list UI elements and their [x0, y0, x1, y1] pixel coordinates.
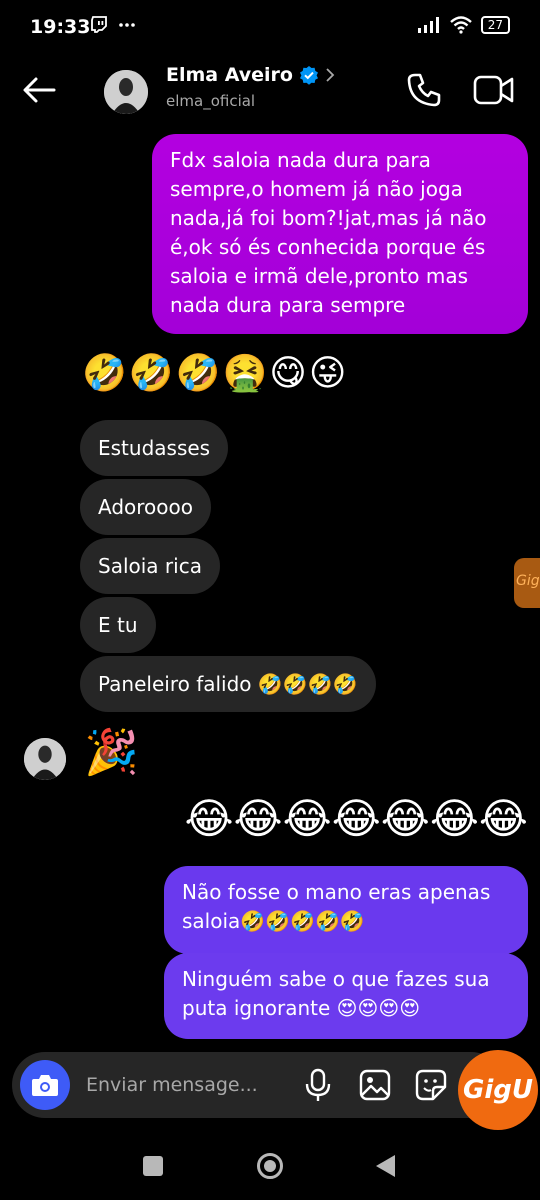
chat-header: Elma Aveiro elma_oficial: [0, 56, 540, 126]
video-camera-icon: [473, 75, 514, 105]
outgoing-message[interactable]: Não fosse o mano eras apenas saloia🤣🤣🤣🤣🤣: [164, 866, 528, 954]
contact-avatar[interactable]: [104, 70, 148, 114]
incoming-emoji-message[interactable]: 🤣🤣🤣🤮😋😜: [82, 352, 348, 394]
verified-badge-icon: [299, 66, 318, 85]
incoming-message[interactable]: Estudasses: [80, 420, 229, 476]
incoming-emoji-message[interactable]: 🎉: [84, 726, 139, 778]
avatar-image: [104, 70, 148, 114]
contact-name-row[interactable]: Elma Aveiro: [166, 64, 335, 86]
back-arrow-icon: [23, 77, 56, 103]
microphone-icon: [305, 1068, 331, 1101]
system-nav-bar: [0, 1136, 540, 1200]
twitch-icon: [91, 16, 107, 33]
gallery-icon: [359, 1069, 391, 1101]
home-button[interactable]: [257, 1153, 283, 1179]
gigu-floating-button[interactable]: GigU: [458, 1050, 538, 1130]
camera-icon: [32, 1075, 58, 1096]
outgoing-emoji-message[interactable]: 😂😂😂😂😂😂😂: [184, 794, 528, 843]
phone-icon: [407, 73, 441, 107]
message-composer: [12, 1052, 504, 1118]
gallery-button[interactable]: [358, 1068, 392, 1102]
recents-button[interactable]: [143, 1156, 163, 1176]
incoming-message[interactable]: E tu: [80, 597, 156, 653]
outgoing-message[interactable]: Ninguém sabe o que fazes sua puta ignora…: [164, 953, 528, 1039]
sender-avatar[interactable]: [24, 738, 66, 780]
voice-message-button[interactable]: [302, 1068, 334, 1102]
video-call-button[interactable]: [472, 70, 516, 110]
status-time: 19:33: [30, 16, 91, 38]
status-bar: 19:33 27: [0, 0, 540, 56]
camera-button[interactable]: [20, 1060, 70, 1110]
wifi-icon: [449, 16, 472, 34]
battery-indicator: 27: [480, 16, 510, 34]
status-left-icons: [90, 16, 136, 34]
avatar-image: [24, 738, 66, 780]
outgoing-message[interactable]: Fdx saloia nada dura para sempre,o homem…: [152, 134, 528, 334]
contact-username[interactable]: elma_oficial: [166, 92, 255, 110]
gigu-side-tab[interactable]: Gigu: [514, 558, 540, 608]
system-back-button[interactable]: [376, 1155, 395, 1177]
signal-icon: [417, 17, 439, 33]
message-input[interactable]: [86, 1066, 286, 1104]
sticker-button[interactable]: [414, 1068, 448, 1102]
incoming-message[interactable]: Adoroooo: [80, 479, 211, 535]
chevron-right-icon: [326, 68, 335, 82]
incoming-message[interactable]: Paneleiro falido 🤣🤣🤣🤣: [80, 656, 376, 712]
sticker-icon: [415, 1069, 447, 1101]
incoming-message[interactable]: Saloia rica: [80, 538, 220, 594]
voice-call-button[interactable]: [404, 70, 444, 110]
contact-name: Elma Aveiro: [166, 64, 293, 86]
back-button[interactable]: [20, 70, 60, 110]
status-right-icons: 27: [417, 16, 510, 34]
more-dots-icon: [119, 23, 135, 27]
